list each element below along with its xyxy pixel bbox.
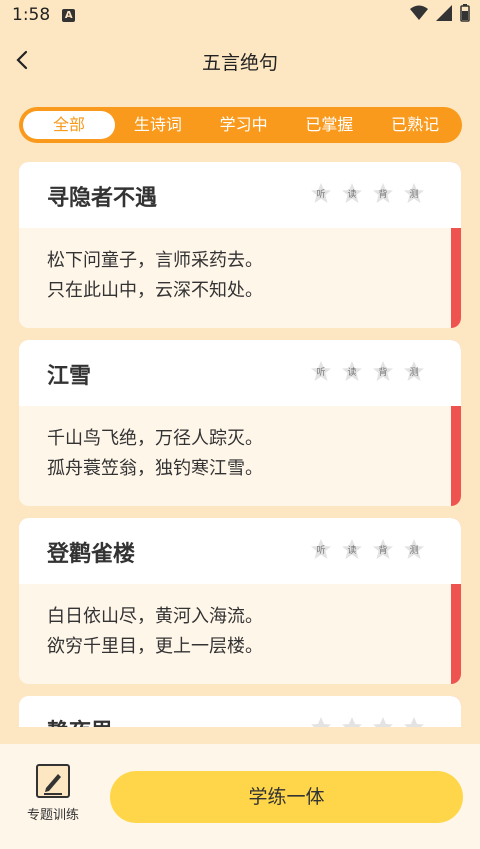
- status-icons: [410, 4, 470, 22]
- poem-line: 松下问童子，言师采药去。: [47, 250, 263, 271]
- bottom-bar: 专题训练 学练一体: [0, 744, 480, 849]
- star-label: 背: [378, 368, 388, 378]
- star-read[interactable]: 读: [341, 538, 363, 560]
- status-bar: 1:58 A: [0, 0, 480, 30]
- star-read[interactable]: 读: [341, 360, 363, 382]
- page-title: 五言绝句: [201, 52, 278, 74]
- star-label: 测: [409, 190, 419, 200]
- star-listen[interactable]: [310, 716, 332, 727]
- practice-button[interactable]: 学练一体: [110, 771, 463, 823]
- poem-line: 只在此山中，云深不知处。: [47, 280, 263, 301]
- progress-stars: [310, 716, 425, 727]
- battery-icon: [460, 4, 470, 22]
- topic-training-label: 专题训练: [26, 808, 79, 823]
- poem-card[interactable]: 寻隐者不遇 听 读 背 测 松下问童子，言师采药去。 只在此山中，云深不知处。: [19, 162, 461, 328]
- star-label: 测: [409, 368, 419, 378]
- star-label: 读: [347, 190, 357, 200]
- poem-title: 寻隐者不遇: [47, 186, 158, 211]
- poem-list: 寻隐者不遇 听 读 背 测 松下问童子，言师采药去。 只在此山中，云深不知处。 …: [19, 162, 461, 727]
- star-label: 测: [409, 546, 419, 556]
- poem-title: 登鹳雀楼: [47, 542, 136, 567]
- tab-all[interactable]: 全部: [23, 111, 115, 139]
- notification-badge: A: [62, 8, 76, 22]
- poem-title: 静夜思: [47, 714, 113, 727]
- star-label: 读: [347, 368, 357, 378]
- star-label: 背: [378, 190, 388, 200]
- poem-card[interactable]: 登鹳雀楼 听 读 背 测 白日依山尽，黄河入海流。 欲穷千里目，更上一层楼。: [19, 518, 461, 684]
- poem-card[interactable]: 江雪 听 读 背 测 千山鸟飞绝，万径人踪灭。 孤舟蓑笠翁，独钓寒江雪。: [19, 340, 461, 506]
- poem-line: 孤舟蓑笠翁，独钓寒江雪。: [47, 458, 263, 479]
- star-read[interactable]: 读: [341, 182, 363, 204]
- progress-stars: 听 读 背 测: [310, 538, 425, 560]
- star-test[interactable]: 测: [403, 538, 425, 560]
- star-listen[interactable]: 听: [310, 538, 332, 560]
- app-header: 五言绝句: [0, 38, 480, 82]
- tab-mastered[interactable]: 已掌握: [287, 111, 373, 139]
- star-test[interactable]: 测: [403, 182, 425, 204]
- star-test[interactable]: 测: [403, 360, 425, 382]
- star-listen[interactable]: 听: [310, 360, 332, 382]
- star-label: 听: [316, 368, 326, 378]
- wifi-icon: [410, 5, 428, 20]
- poem-card[interactable]: 静夜思: [19, 696, 461, 727]
- star-listen[interactable]: 听: [310, 182, 332, 204]
- star-test[interactable]: [403, 716, 425, 727]
- status-time: 1:58: [12, 5, 51, 25]
- poem-line: 千山鸟飞绝，万径人踪灭。: [47, 428, 263, 449]
- tab-learning[interactable]: 学习中: [201, 111, 287, 139]
- star-label: 背: [378, 546, 388, 556]
- card-header: 登鹳雀楼 听 读 背 测: [19, 518, 461, 584]
- card-header: 江雪 听 读 背 测: [19, 340, 461, 406]
- topic-training-button[interactable]: 专题训练: [22, 764, 84, 823]
- star-read[interactable]: [341, 716, 363, 727]
- progress-stars: 听 读 背 测: [310, 182, 425, 204]
- poem-body: 松下问童子，言师采药去。 只在此山中，云深不知处。: [19, 228, 451, 328]
- tab-new[interactable]: 生诗词: [115, 111, 201, 139]
- poem-title: 江雪: [47, 364, 92, 389]
- poem-line: 白日依山尽，黄河入海流。: [47, 606, 263, 627]
- star-recite[interactable]: 背: [372, 182, 394, 204]
- card-header: 静夜思: [19, 696, 461, 727]
- card-header: 寻隐者不遇 听 读 背 测: [19, 162, 461, 228]
- star-recite[interactable]: 背: [372, 360, 394, 382]
- star-label: 读: [347, 546, 357, 556]
- notebook-pen-icon: [36, 764, 70, 798]
- poem-body: 白日依山尽，黄河入海流。 欲穷千里目，更上一层楼。: [19, 584, 451, 684]
- tab-memorized[interactable]: 已熟记: [372, 111, 458, 139]
- star-label: 听: [316, 546, 326, 556]
- filter-tabs: 全部 生诗词 学习中 已掌握 已熟记: [19, 107, 462, 143]
- signal-icon: [436, 5, 452, 21]
- poem-line: 欲穷千里目，更上一层楼。: [47, 636, 263, 657]
- star-recite[interactable]: 背: [372, 538, 394, 560]
- poem-body: 千山鸟飞绝，万径人踪灭。 孤舟蓑笠翁，独钓寒江雪。: [19, 406, 451, 506]
- progress-stars: 听 读 背 测: [310, 360, 425, 382]
- star-recite[interactable]: [372, 716, 394, 727]
- star-label: 听: [316, 190, 326, 200]
